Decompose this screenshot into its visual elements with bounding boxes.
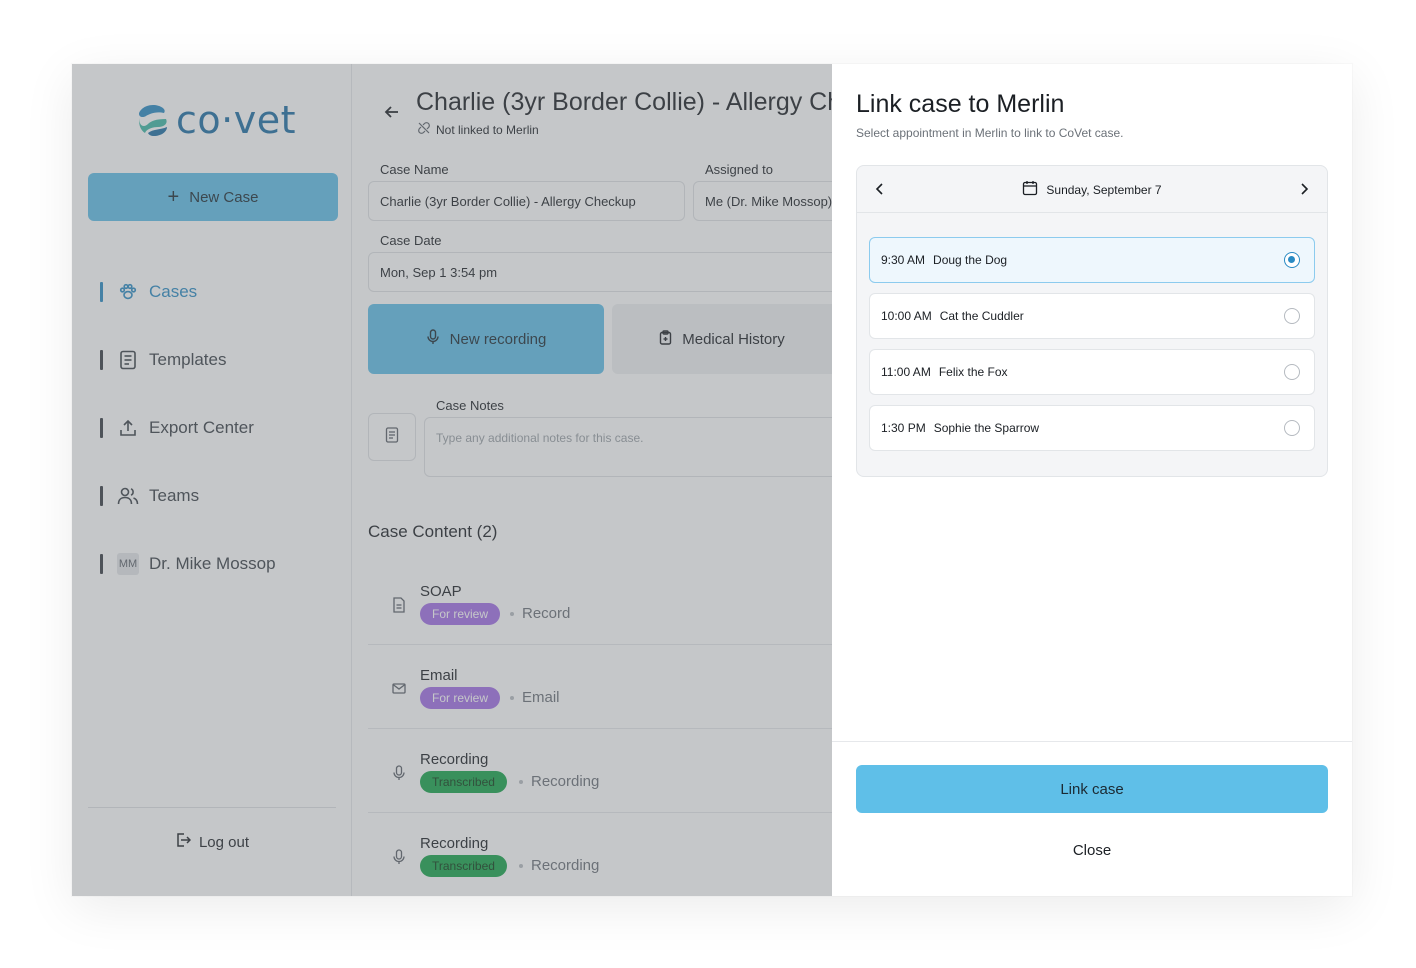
appointment-time: 10:00 AM [881,309,932,323]
appointment-name: Cat the Cuddler [939,309,1024,323]
calendar-icon [1022,180,1038,199]
panel-subtitle: Select appointment in Merlin to link to … [856,126,1124,140]
appointment-picker: Sunday, September 7 9:30 AM Doug the Dog… [856,165,1328,477]
link-case-panel: Link case to Merlin Select appointment i… [832,64,1352,896]
appointment-time: 9:30 AM [881,253,926,267]
appointment-option[interactable]: 9:30 AM Doug the Dog [869,237,1315,283]
radio-unselected[interactable] [1284,420,1300,436]
appointment-option[interactable]: 10:00 AM Cat the Cuddler [869,293,1315,339]
date-label: Sunday, September 7 [1046,182,1162,197]
date-navigator: Sunday, September 7 [857,166,1327,213]
chevron-left-icon[interactable] [871,180,889,198]
appointment-name: Felix the Fox [938,365,1008,379]
chevron-right-icon[interactable] [1295,180,1313,198]
close-button[interactable]: Close [856,830,1328,870]
radio-selected[interactable] [1284,252,1300,268]
link-case-button[interactable]: Link case [856,765,1328,813]
radio-unselected[interactable] [1284,308,1300,324]
panel-title: Link case to Merlin [856,90,1065,118]
appointment-time: 11:00 AM [881,365,931,379]
appointment-name: Sophie the Sparrow [933,421,1040,435]
appointment-option[interactable]: 1:30 PM Sophie the Sparrow [869,405,1315,451]
panel-divider [832,741,1352,742]
appointment-option[interactable]: 11:00 AM Felix the Fox [869,349,1315,395]
radio-unselected[interactable] [1284,364,1300,380]
modal-backdrop[interactable] [72,64,832,896]
date-display: Sunday, September 7 [857,166,1327,213]
appointment-name: Doug the Dog [933,253,1008,267]
app-window: co·vet + New Case Cases Templates Export… [72,64,1352,896]
appointment-time: 1:30 PM [881,421,926,435]
